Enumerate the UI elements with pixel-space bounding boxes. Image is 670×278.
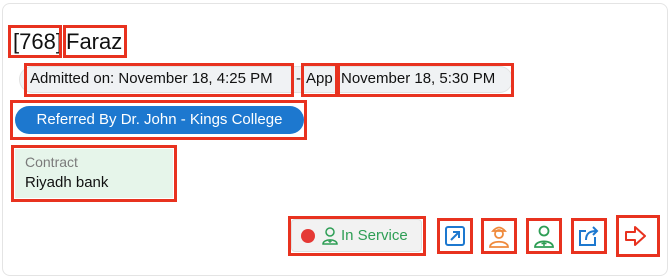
highlight-patient-id xyxy=(8,25,62,58)
highlight-referral xyxy=(10,100,307,140)
highlight-contract xyxy=(11,145,177,202)
highlight-admitted xyxy=(24,63,294,97)
highlight-appointment-time xyxy=(337,63,514,97)
highlight-patient-name xyxy=(63,25,127,58)
highlight-status xyxy=(288,216,426,256)
highlight-app-label xyxy=(301,63,338,97)
highlight-discharge xyxy=(616,215,660,257)
highlight-share xyxy=(571,218,607,254)
highlight-staff xyxy=(526,218,562,254)
highlight-open-external xyxy=(437,218,473,254)
highlight-doctor xyxy=(481,218,517,254)
